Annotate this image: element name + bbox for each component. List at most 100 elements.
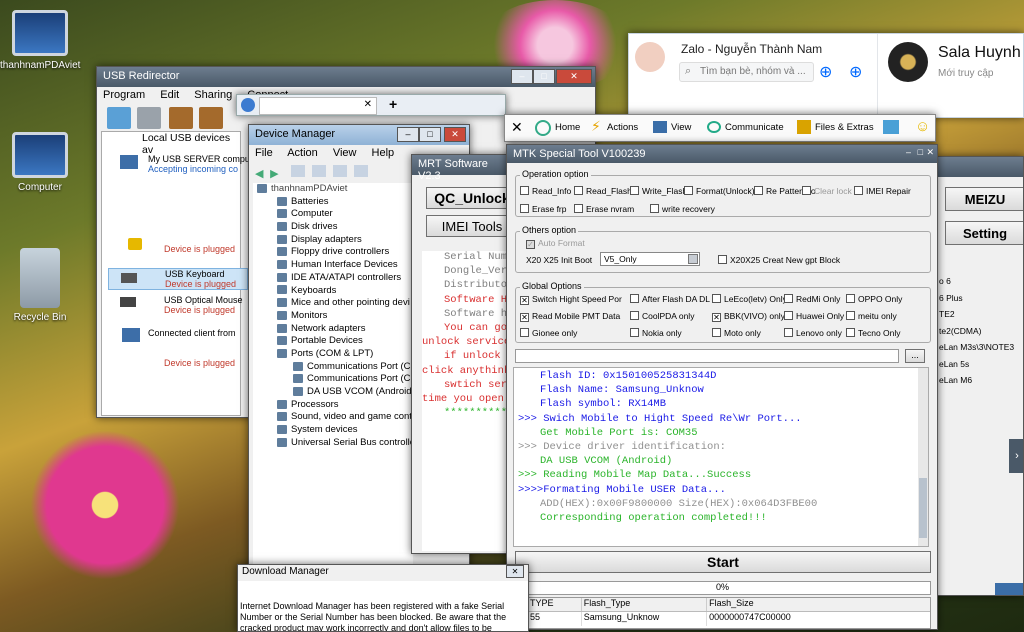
tree-item[interactable]: Monitors: [253, 310, 413, 323]
checkbox[interactable]: ✓: [526, 240, 535, 249]
checkbox[interactable]: [630, 328, 639, 337]
global-option[interactable]: OPPO Only: [846, 294, 902, 304]
checkbox[interactable]: [784, 311, 793, 320]
list-item[interactable]: Connected client from: [108, 328, 236, 342]
opt-write-flash[interactable]: Write_Flash: [630, 186, 687, 196]
tree-item[interactable]: Network adapters: [253, 323, 413, 336]
col-flash-size[interactable]: Flash_Size: [707, 598, 930, 611]
checkbox[interactable]: [712, 294, 721, 303]
opt-format-unlock[interactable]: Format(Unlock): [684, 186, 755, 196]
new-tab-button[interactable]: +: [389, 96, 397, 112]
tree-item[interactable]: Disk drives: [253, 221, 413, 234]
usb-remove-icon[interactable]: [137, 107, 161, 129]
maximize-button[interactable]: □: [419, 127, 441, 142]
checkbox[interactable]: [846, 328, 855, 337]
list-item[interactable]: Device is plugged: [108, 358, 235, 368]
tree-item[interactable]: Ports (COM & LPT): [253, 348, 413, 361]
device-manager-titlebar[interactable]: Device Manager – □ ✕: [249, 125, 469, 145]
tree-item[interactable]: DA USB VCOM (Android): [253, 386, 413, 399]
opt-imei-repair[interactable]: IMEI Repair: [854, 186, 911, 196]
close-button[interactable]: ✕: [506, 565, 524, 578]
opt-auto-format[interactable]: ✓ Auto Format: [526, 238, 585, 249]
browse-button[interactable]: ...: [905, 349, 925, 363]
tree-item[interactable]: Communications Port (C: [253, 373, 413, 386]
checkbox[interactable]: [718, 255, 727, 264]
desktop-icon-recycle-bin[interactable]: Recycle Bin: [0, 248, 80, 323]
opt-erase-nvram[interactable]: Erase nvram: [574, 204, 634, 214]
tree-item[interactable]: Computer: [253, 208, 413, 221]
global-option[interactable]: Tecno Only: [846, 328, 901, 338]
close-button[interactable]: ✕: [556, 69, 592, 84]
list-item-selected[interactable]: USB Keyboard Device is plugged: [108, 268, 248, 290]
checkbox[interactable]: [520, 186, 529, 195]
qc-unlock-button[interactable]: QC_Unlock: [426, 187, 516, 209]
tree-item[interactable]: Human Interface Devices: [253, 259, 413, 272]
global-option[interactable]: Nokia only: [630, 328, 682, 338]
model-item[interactable]: te2(CDMA): [939, 323, 1014, 340]
opt-clear-lock[interactable]: Clear lock: [802, 186, 852, 196]
add-group-icon[interactable]: ⊕: [849, 62, 862, 82]
scrollbar-thumb[interactable]: [919, 478, 927, 538]
global-option[interactable]: Huawei Only: [784, 311, 844, 321]
mrt-titlebar[interactable]: MRT Software V2.3: [412, 155, 516, 182]
model-item[interactable]: o 6: [939, 273, 1014, 290]
tree-item[interactable]: Portable Devices: [253, 335, 413, 348]
desktop-icon-computer[interactable]: Computer: [0, 132, 80, 193]
tree-item[interactable]: Floppy drive controllers: [253, 246, 413, 259]
list-item[interactable]: USB Optical Mouse Device is plugged: [108, 295, 243, 315]
maximize-button[interactable]: □: [918, 147, 923, 157]
add-friend-icon[interactable]: ⊕: [819, 62, 832, 82]
toolbar-communicate[interactable]: Communicate: [725, 122, 784, 133]
help-icon[interactable]: [312, 165, 327, 177]
global-option[interactable]: Gionee only: [520, 328, 577, 338]
usb-connect-icon[interactable]: [169, 107, 193, 129]
tree-item[interactable]: Mice and other pointing devi: [253, 297, 413, 310]
global-option[interactable]: meitu only: [846, 311, 897, 321]
tree-item[interactable]: Keyboards: [253, 285, 413, 298]
menu-action[interactable]: Action: [287, 147, 318, 159]
model-item[interactable]: eLan M3s\3\NOTE3: [939, 339, 1014, 356]
checkbox[interactable]: ✕: [520, 313, 529, 322]
toolbar-actions[interactable]: Actions: [607, 122, 638, 133]
menu-help[interactable]: Help: [372, 147, 395, 159]
global-option[interactable]: ✕ Switch Hight Speed Por: [520, 294, 622, 305]
minimize-button[interactable]: –: [906, 147, 911, 157]
checkbox[interactable]: [684, 186, 693, 195]
tab-active[interactable]: ✕: [259, 97, 377, 115]
toolbar-home[interactable]: Home: [555, 122, 580, 133]
avatar[interactable]: [635, 42, 665, 72]
imei-tools-button[interactable]: IMEI Tools: [426, 215, 516, 237]
opt-creat-gpt[interactable]: X20X25 Creat New gpt Block: [718, 255, 840, 265]
menu-edit[interactable]: Edit: [160, 89, 179, 101]
global-option[interactable]: Moto only: [712, 328, 761, 338]
close-button[interactable]: ✕: [444, 127, 466, 142]
back-icon[interactable]: ◀: [255, 167, 267, 180]
checkbox[interactable]: [650, 204, 659, 213]
browser-icon[interactable]: [241, 98, 255, 112]
scrollbar[interactable]: [918, 368, 928, 546]
toolbar-files-extras[interactable]: Files & Extras: [815, 122, 874, 133]
contact-avatar[interactable]: [888, 42, 928, 82]
tree-root[interactable]: thanhnamPDAviet: [253, 183, 413, 196]
model-item[interactable]: TE2: [939, 306, 1014, 323]
checkbox[interactable]: [574, 204, 583, 213]
init-boot-select[interactable]: V5_Only: [600, 252, 700, 266]
opt-erase-frp[interactable]: Erase frp: [520, 204, 567, 214]
opt-write-recovery[interactable]: write recovery: [650, 204, 715, 214]
checkbox[interactable]: [784, 328, 793, 337]
global-option[interactable]: ✕ BBK(VIVO) only: [712, 311, 785, 322]
checkbox[interactable]: [854, 186, 863, 195]
opt-read-info[interactable]: Read_Info: [520, 186, 571, 196]
table-row[interactable]: 55 Samsung_Unknow 0000000747C00000: [516, 612, 930, 626]
meizu-button[interactable]: MEIZU: [945, 187, 1023, 211]
checkbox[interactable]: [574, 186, 583, 195]
tree-item[interactable]: Processors: [253, 399, 413, 412]
checkbox[interactable]: [520, 204, 529, 213]
list-item[interactable]: Device is plugged: [128, 238, 235, 254]
toolbar-view[interactable]: View: [671, 122, 691, 133]
forward-icon[interactable]: ▶: [270, 167, 282, 180]
update-driver-icon[interactable]: [354, 165, 369, 177]
checkbox[interactable]: ✕: [712, 313, 721, 322]
col-flash-type[interactable]: Flash_Type: [582, 598, 708, 611]
global-option[interactable]: Lenovo only: [784, 328, 842, 338]
